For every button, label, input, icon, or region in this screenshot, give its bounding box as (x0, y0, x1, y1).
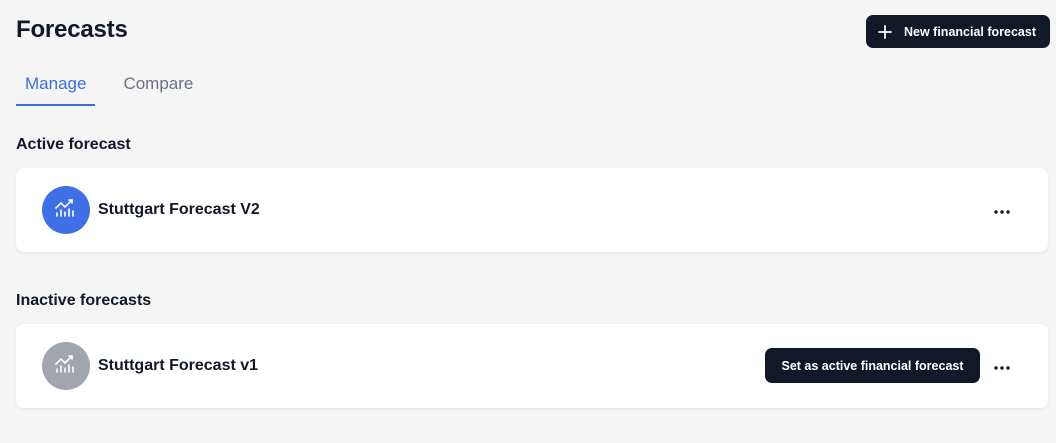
forecast-name: Stuttgart Forecast v1 (98, 357, 259, 374)
chart-trend-icon (55, 198, 77, 222)
tab-compare[interactable]: Compare (114, 70, 202, 106)
forecast-avatar (42, 342, 90, 390)
forecast-avatar (42, 186, 90, 234)
ellipsis-icon (994, 201, 1010, 219)
plus-icon (878, 24, 892, 39)
inactive-forecasts-heading: Inactive forecasts (16, 292, 152, 309)
new-financial-forecast-button[interactable]: New financial forecast (866, 15, 1050, 48)
more-options-button[interactable] (990, 354, 1014, 378)
tab-manage[interactable]: Manage (16, 70, 96, 106)
forecast-card-active[interactable]: Stuttgart Forecast V2 (16, 168, 1048, 252)
forecast-card-inactive[interactable]: Stuttgart Forecast v1 Set as active fina… (16, 324, 1048, 408)
forecast-name: Stuttgart Forecast V2 (98, 201, 260, 218)
set-active-forecast-button[interactable]: Set as active financial forecast (765, 348, 980, 383)
new-financial-forecast-label: New financial forecast (904, 24, 1036, 39)
ellipsis-icon (994, 357, 1010, 375)
more-options-button[interactable] (990, 198, 1014, 222)
active-forecast-heading: Active forecast (16, 136, 131, 153)
page-title: Forecasts (16, 16, 128, 43)
tab-bar: Manage Compare (16, 70, 202, 106)
chart-trend-icon (55, 354, 77, 378)
